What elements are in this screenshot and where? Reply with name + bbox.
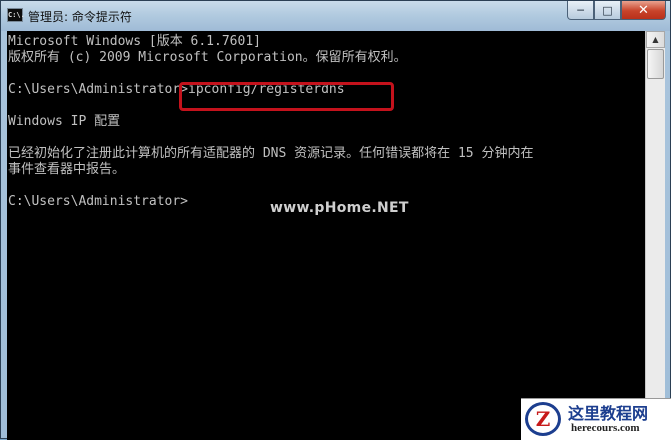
console-line: 已经初始化了注册此计算机的所有适配器的 DNS 资源记录。任何错误都将在 15 … <box>8 146 534 161</box>
console-output-area[interactable]: Microsoft Windows [版本 6.1.7601] 版权所有 (c)… <box>7 31 645 440</box>
logo-domain-text: herecours.com <box>571 422 640 434</box>
watermark-text: www.pHome.NET <box>270 200 409 216</box>
close-icon: ✕ <box>638 2 649 18</box>
minimize-icon: ─ <box>577 3 584 17</box>
title-bar[interactable]: C:\. 管理员: 命令提示符 ─ □ ✕ <box>1 1 670 31</box>
close-button[interactable]: ✕ <box>621 1 666 20</box>
console-line: Windows IP 配置 <box>8 114 121 129</box>
maximize-icon: □ <box>602 3 613 17</box>
command-highlight-box <box>179 82 394 111</box>
minimize-button[interactable]: ─ <box>567 1 594 20</box>
scrollbar-thumb[interactable] <box>647 49 664 79</box>
scroll-up-arrow-icon[interactable]: ▲ <box>646 31 665 48</box>
logo-mark-icon: Z <box>525 402 561 436</box>
command-prompt-window: C:\. 管理员: 命令提示符 ─ □ ✕ Microsoft Windows … <box>0 0 671 440</box>
logo-chinese-text: 这里教程网 <box>568 404 649 423</box>
cmd-app-icon[interactable]: C:\. <box>7 8 25 22</box>
window-title: 管理员: 命令提示符 <box>28 10 132 24</box>
window-controls: ─ □ ✕ <box>567 1 666 21</box>
console-prompt-line: C:\Users\Administrator> <box>8 194 189 209</box>
maximize-button[interactable]: □ <box>594 1 621 20</box>
console-line: Microsoft Windows [版本 6.1.7601] <box>8 34 261 49</box>
site-logo: Z 这里教程网 herecours.com <box>521 398 671 440</box>
vertical-scrollbar[interactable]: ▲ <box>645 31 665 440</box>
console-line: 版权所有 (c) 2009 Microsoft Corporation。保留所有… <box>8 50 407 65</box>
console-line: 事件查看器中报告。 <box>8 162 126 177</box>
